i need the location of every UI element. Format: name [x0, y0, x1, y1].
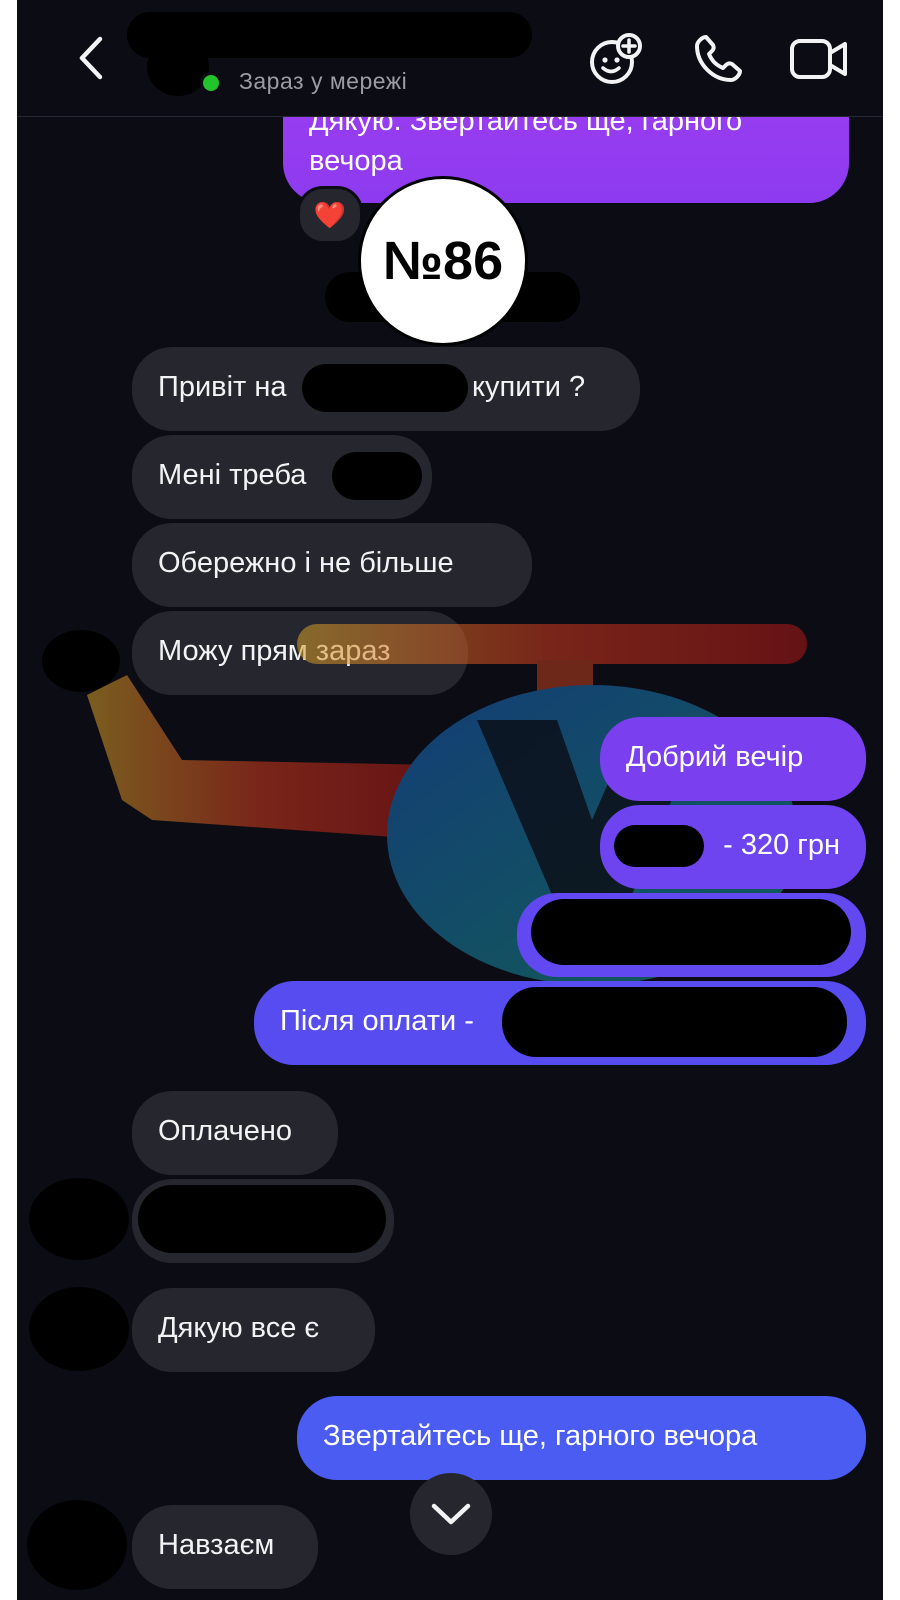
redacted-text [531, 899, 851, 965]
message-outgoing[interactable]: Звертайтесь ще, гарного вечора [297, 1396, 866, 1480]
redacted-text [502, 987, 847, 1057]
message-outgoing[interactable]: Після оплати - [254, 981, 866, 1065]
back-arrow-icon [79, 36, 103, 80]
message-outgoing[interactable]: Добрий вечір [600, 717, 866, 801]
chevron-down-icon [431, 1503, 471, 1525]
heart-icon: ❤️ [313, 200, 347, 230]
chat-screen: Зараз у мережі Дякую. Звертайтесь ще, га… [17, 0, 883, 1600]
message-text: Мені треба [158, 459, 307, 491]
message-incoming[interactable]: Привіт на купити ? [132, 347, 640, 431]
message-incoming[interactable]: Навзаєм [132, 1505, 318, 1589]
message-outgoing[interactable]: - 320 грн [600, 805, 866, 889]
contact-avatar[interactable] [42, 630, 120, 692]
badge-label: №86 [382, 231, 504, 291]
message-incoming[interactable]: Оплачено [132, 1091, 338, 1175]
redacted-text [302, 364, 468, 412]
message-incoming[interactable]: Обережно і не більше [132, 523, 532, 607]
chat-header: Зараз у мережі [17, 0, 883, 117]
sticker-add-icon [590, 33, 642, 84]
sticker-button[interactable] [587, 30, 645, 88]
message-text: купити ? [472, 371, 586, 403]
contact-name[interactable] [127, 12, 532, 58]
heart-reaction[interactable]: ❤️ [297, 186, 363, 244]
contact-avatar[interactable] [29, 1287, 129, 1371]
phone-icon [695, 35, 742, 82]
message-incoming[interactable] [132, 1179, 394, 1263]
message-outgoing[interactable] [517, 893, 866, 977]
back-button[interactable] [69, 32, 113, 84]
online-status: Зараз у мережі [239, 68, 408, 94]
message-text: Привіт на [158, 371, 287, 403]
contact-avatar[interactable] [27, 1500, 127, 1590]
redacted-text [138, 1185, 386, 1253]
message-text: - 320 грн [723, 829, 840, 861]
message-incoming[interactable]: Можу прям зараз [132, 611, 468, 695]
message-text: Після оплати - [280, 1005, 474, 1037]
online-indicator [200, 72, 222, 94]
video-camera-icon [790, 39, 847, 79]
video-call-button[interactable] [787, 32, 851, 86]
contact-avatar[interactable] [29, 1178, 129, 1260]
redacted-text [614, 825, 704, 867]
message-incoming[interactable]: Мені треба [132, 435, 432, 519]
message-incoming[interactable]: Дякую все є [132, 1288, 375, 1372]
redacted-text [332, 452, 422, 500]
scroll-to-bottom-button[interactable] [410, 1473, 492, 1555]
number-badge: №86 [358, 176, 528, 346]
call-button[interactable] [689, 30, 747, 88]
